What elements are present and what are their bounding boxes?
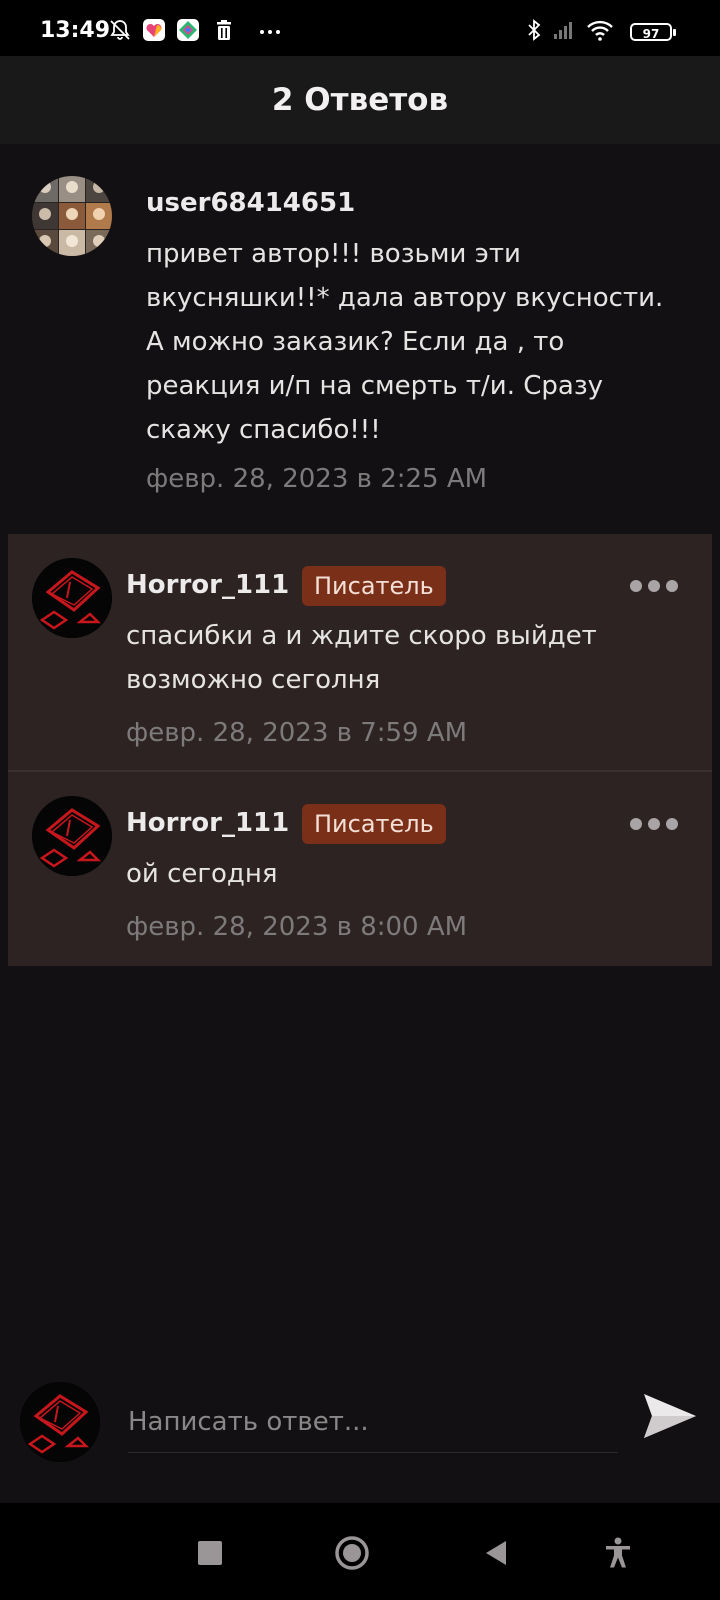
- replies-header: 2 Ответов: [0, 56, 720, 144]
- portrait-collage-icon: [32, 176, 112, 256]
- comment-text: привет автор!!! возьми эти вкусняшки!!* …: [146, 239, 664, 445]
- dot-icon: [648, 818, 660, 830]
- dot-icon: [630, 818, 642, 830]
- reply-item: Horror_111 Писатель спасибки а и ждите с…: [8, 534, 712, 770]
- send-icon: [644, 1394, 696, 1438]
- send-button[interactable]: [640, 1386, 700, 1446]
- recents-button[interactable]: [190, 1533, 230, 1573]
- trash-icon: [217, 20, 231, 40]
- red-sketch-logo-icon: [32, 558, 112, 638]
- status-time: 13:49: [40, 18, 111, 43]
- more-options-button[interactable]: [630, 812, 678, 836]
- more-options-button[interactable]: [630, 574, 678, 598]
- reply-input[interactable]: [128, 1392, 618, 1453]
- battery-icon: 97: [630, 23, 676, 41]
- app-icon-2: [177, 19, 199, 41]
- reply-text: спасибки а и ждите скоро выйдет возможно…: [126, 621, 597, 695]
- home-button[interactable]: [332, 1533, 372, 1573]
- avatar[interactable]: [32, 558, 112, 638]
- reply-composer: [0, 1380, 720, 1500]
- app-icon-1: [143, 19, 165, 41]
- status-bar: 13:49 97: [0, 0, 720, 56]
- avatar[interactable]: [32, 176, 112, 256]
- red-sketch-logo-icon: [32, 796, 112, 876]
- accessibility-icon[interactable]: [598, 1533, 638, 1573]
- dot-icon: [630, 580, 642, 592]
- comment-timestamp: февр. 28, 2023 в 2:25 AM: [146, 464, 488, 494]
- reply-timestamp: февр. 28, 2023 в 7:59 AM: [126, 718, 468, 748]
- avatar[interactable]: [32, 796, 112, 876]
- reply-text: ой сегодня: [126, 859, 278, 889]
- avatar: [20, 1382, 100, 1462]
- writer-badge: Писатель: [302, 804, 446, 844]
- original-comment: user68414651 привет автор!!! возьми эти …: [0, 144, 720, 540]
- wifi-icon: [587, 20, 613, 41]
- signal-icon: [554, 22, 572, 39]
- back-button[interactable]: [476, 1533, 516, 1573]
- dot-icon: [648, 580, 660, 592]
- system-nav-bar: [0, 1503, 720, 1600]
- more-dots-icon: [260, 30, 280, 34]
- reply-username[interactable]: Horror_111: [126, 570, 289, 600]
- page-title: 2 Ответов: [271, 82, 449, 118]
- reply-username[interactable]: Horror_111: [126, 808, 289, 838]
- reply-item: Horror_111 Писатель ой сегодня февр. 28,…: [8, 772, 712, 966]
- dot-icon: [666, 580, 678, 592]
- comment-username[interactable]: user68414651: [146, 188, 355, 218]
- dot-icon: [666, 818, 678, 830]
- reply-timestamp: февр. 28, 2023 в 8:00 AM: [126, 912, 468, 942]
- writer-badge: Писатель: [302, 566, 446, 606]
- bluetooth-icon: [528, 19, 541, 41]
- bell-off-icon: [110, 20, 130, 40]
- red-sketch-logo-icon: [20, 1382, 100, 1462]
